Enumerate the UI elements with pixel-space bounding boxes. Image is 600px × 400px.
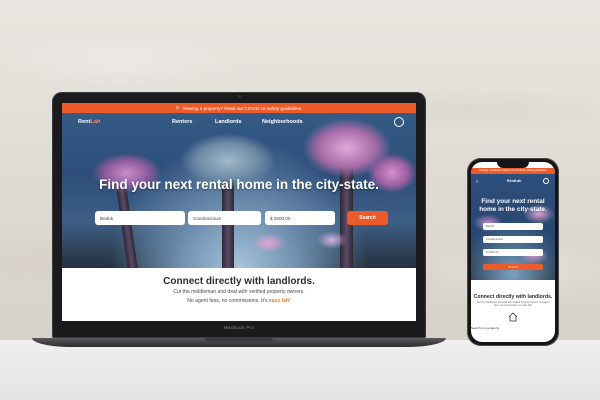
desk-surface [0,340,600,400]
laptop-screen: ⊙ Viewing a property? Read our COVID-19 … [62,103,416,321]
phone-notch [497,162,529,168]
location-input[interactable]: Bedok [95,211,185,225]
hero-section: RentLah Renters Landlords Neighborhoods … [62,113,416,268]
section-line-2-text: No agent fees, no commissions. It's [187,298,269,304]
search-button[interactable]: Search [347,211,388,225]
phone-section-text: Cut the middleman and deal with verified… [476,301,550,307]
phone-property-type-select[interactable]: Condominium [483,236,543,243]
phone-headline: Find your next rental home in the city-s… [479,198,547,213]
phone-price-input[interactable]: $ 2600.00 [483,249,543,256]
section-title: Connect directly with landlords. [163,276,315,287]
nav-landlords[interactable]: Landlords [215,119,242,125]
phone-screen: Viewing a property? Read our COVID-19 sa… [471,162,555,342]
laptop-lid-notch [205,338,273,342]
banner-text: Viewing a property? Read our COVID-19 sa… [182,105,303,111]
logo-main: Rent [78,119,91,125]
phone-logo[interactable]: RentLah [507,179,521,183]
house-icon[interactable] [508,312,518,322]
hero-headline: Find your next rental home in the city-s… [99,177,379,192]
top-nav: RentLah Renters Landlords Neighborhoods [62,113,416,131]
camera [238,95,241,98]
laptop: ⊙ Viewing a property? Read our COVID-19 … [52,92,426,338]
nav-neighborhoods[interactable]: Neighborhoods [262,119,303,125]
nav-renters[interactable]: Renters [172,119,192,125]
section-line-1: Cut the middleman and deal with verified… [173,289,305,295]
laptop-brand-label: MacBook Pro [223,325,255,330]
price-input[interactable]: $ 2600.00 [265,211,335,225]
phone-search-button[interactable]: Search [483,264,543,270]
announcement-banner[interactable]: ⊙ Viewing a property? Read our COVID-19 … [62,103,416,113]
account-icon[interactable] [394,117,404,127]
phone-icon-label: Search for a property [471,326,500,330]
value-prop-section: Connect directly with landlords. Cut the… [62,268,416,321]
info-icon: ⊙ [175,105,180,110]
phone-account-icon[interactable] [543,178,549,184]
logo-accent: Lah [90,119,101,125]
section-line-2: No agent fees, no commissions. It's easy… [62,298,416,305]
site-logo[interactable]: RentLah [78,119,100,125]
phone: Viewing a property? Read our COVID-19 sa… [467,158,559,346]
phone-section-title: Connect directly with landlords. [473,294,553,300]
phone-value-prop: Connect directly with landlords. Cut the… [471,280,555,342]
easy-lah-highlight: easy lah! [268,298,291,304]
hamburger-menu-icon[interactable]: ≡ [476,179,478,184]
property-type-select[interactable]: Condominium [188,211,261,225]
phone-location-input[interactable]: Bedok [483,223,543,230]
